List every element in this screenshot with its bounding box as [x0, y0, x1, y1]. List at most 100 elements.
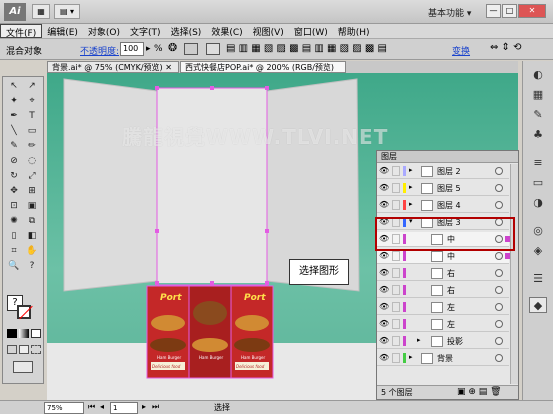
draw-behind-icon[interactable]	[19, 345, 29, 354]
target-circle-icon[interactable]	[495, 184, 503, 192]
transform-icons[interactable]: ⇔ ⇕ ⟲	[490, 42, 522, 53]
tool-15-icon[interactable]: ⊞	[24, 184, 40, 198]
tool-1-icon[interactable]: ↗	[24, 79, 40, 93]
tab-fastfood-pop[interactable]: 西式快餐店POP.ai* @ 200% (RGB/预览) ✕	[180, 61, 346, 83]
close-icon[interactable]: ✕	[165, 63, 172, 72]
bridge-icon[interactable]: ▦	[32, 4, 50, 19]
layer-row[interactable]: 👁 ▸ 图层 4	[377, 198, 509, 213]
menu-help[interactable]: 帮助(H)	[333, 24, 375, 38]
tool-13-icon[interactable]: ⤢	[24, 169, 40, 183]
eye-icon[interactable]: 👁	[379, 200, 389, 210]
tool-0-icon[interactable]: ↖	[6, 79, 22, 93]
last-artboard-icon[interactable]: ⏭	[152, 402, 159, 412]
layer-row[interactable]: 👁 ▸ 图层 5	[377, 181, 509, 196]
layer-row[interactable]: 👁 右	[377, 283, 509, 298]
lock-toggle[interactable]	[392, 285, 400, 295]
tool-16-icon[interactable]: ⊡	[6, 199, 22, 213]
brushes-panel-icon[interactable]: ✎	[529, 107, 547, 123]
tool-3-icon[interactable]: ⌖	[24, 94, 40, 108]
layer-row[interactable]: 👁 ▸ 投影	[377, 334, 509, 349]
expand-arrow-icon[interactable]: ▸	[409, 183, 413, 191]
edit-contents-icon[interactable]	[206, 43, 220, 55]
artboard-field[interactable]: 1	[110, 402, 138, 414]
gradient-mode-icon[interactable]	[19, 329, 29, 338]
stroke-swatch-icon[interactable]	[17, 305, 33, 320]
prev-artboard-icon[interactable]: ◂	[100, 402, 104, 411]
tool-24-icon[interactable]: 🔍	[6, 259, 22, 273]
layer-row[interactable]: 👁 中	[377, 249, 510, 264]
none-mode-icon[interactable]	[31, 329, 41, 338]
isolate-group-icon[interactable]	[184, 43, 198, 55]
tool-8-icon[interactable]: ✎	[6, 139, 22, 153]
layers-panel-active-icon[interactable]: ◆	[529, 297, 547, 313]
opacity-link[interactable]: 不透明度:	[80, 44, 119, 57]
eye-icon[interactable]: 👁	[379, 268, 389, 278]
tool-19-icon[interactable]: ⧉	[24, 214, 40, 228]
menu-window[interactable]: 窗口(W)	[289, 24, 333, 38]
menu-type[interactable]: 文字(T)	[125, 24, 166, 38]
expand-arrow-icon[interactable]: ▸	[409, 166, 413, 174]
lock-toggle[interactable]	[392, 319, 400, 329]
graphic-styles-panel-icon[interactable]: ◈	[529, 243, 547, 259]
workspace-switcher[interactable]: 基本功能 ▾	[428, 6, 471, 19]
screen-mode-icon[interactable]	[13, 361, 33, 373]
eye-icon[interactable]: 👁	[379, 319, 389, 329]
tool-10-icon[interactable]: ⊘	[6, 154, 22, 168]
swatches-panel-icon[interactable]: ▦	[529, 87, 547, 103]
layer-row[interactable]: 👁 左	[377, 300, 509, 315]
recolor-icon[interactable]: ❂	[168, 41, 177, 54]
tool-14-icon[interactable]: ✥	[6, 184, 22, 198]
tool-11-icon[interactable]: ◌	[24, 154, 40, 168]
target-circle-icon[interactable]	[495, 286, 503, 294]
tool-22-icon[interactable]: ⌗	[6, 244, 22, 258]
layer-row[interactable]: 👁 右	[377, 266, 509, 281]
layers-scrollbar[interactable]	[510, 164, 518, 384]
eye-icon[interactable]: 👁	[379, 183, 389, 193]
transparency-panel-icon[interactable]: ◑	[529, 195, 547, 211]
close-button[interactable]: ✕	[518, 4, 546, 18]
expand-arrow-icon[interactable]: ▸	[409, 200, 413, 208]
eye-icon[interactable]: 👁	[379, 251, 389, 261]
target-circle-icon[interactable]	[495, 252, 503, 260]
align-icons[interactable]: ▤ ▥ ▦ ▧ ▨ ▩ ▤ ▥ ▦ ▧ ▨ ▩ ▤	[226, 43, 387, 54]
eye-icon[interactable]: 👁	[379, 285, 389, 295]
tool-20-icon[interactable]: ▯	[6, 229, 22, 243]
appearance-panel-icon[interactable]: ◎	[529, 223, 547, 239]
symbols-panel-icon[interactable]: ♣	[529, 127, 547, 143]
next-artboard-icon[interactable]: ▸	[142, 402, 146, 411]
transform-link[interactable]: 变换	[452, 44, 470, 57]
target-circle-icon[interactable]	[495, 303, 503, 311]
expand-arrow-icon[interactable]: ▸	[417, 336, 421, 344]
stroke-panel-icon[interactable]: ≡	[529, 155, 547, 171]
tool-7-icon[interactable]: ▭	[24, 124, 40, 138]
tool-12-icon[interactable]: ↻	[6, 169, 22, 183]
lock-toggle[interactable]	[392, 336, 400, 346]
target-circle-icon[interactable]	[495, 201, 503, 209]
gradient-panel-icon[interactable]: ▭	[529, 175, 547, 191]
tool-5-icon[interactable]: T	[24, 109, 40, 123]
tool-2-icon[interactable]: ✦	[6, 94, 22, 108]
tool-21-icon[interactable]: ◧	[24, 229, 40, 243]
target-circle-icon[interactable]	[495, 320, 503, 328]
maximize-button[interactable]: □	[502, 4, 517, 18]
arrange-documents-button[interactable]: ▤ ▾	[54, 4, 80, 19]
zoom-field[interactable]: 75%	[44, 402, 84, 414]
lock-toggle[interactable]	[392, 353, 400, 363]
menu-view[interactable]: 视图(V)	[248, 24, 289, 38]
menu-file[interactable]: 文件(F)	[0, 24, 43, 39]
menu-effect[interactable]: 效果(C)	[206, 24, 247, 38]
menu-edit[interactable]: 编辑(E)	[42, 24, 83, 38]
layers-panel-icon[interactable]: ☰	[529, 271, 547, 287]
lock-toggle[interactable]	[392, 183, 400, 193]
eye-icon[interactable]: 👁	[379, 353, 389, 363]
tool-4-icon[interactable]: ✒	[6, 109, 22, 123]
minimize-button[interactable]: —	[486, 4, 501, 18]
color-panel-icon[interactable]: ◐	[529, 67, 547, 83]
tool-17-icon[interactable]: ▣	[24, 199, 40, 213]
tool-9-icon[interactable]: ✏	[24, 139, 40, 153]
draw-inside-icon[interactable]	[31, 345, 41, 354]
layer-row[interactable]: 👁 ▸ 图层 2	[377, 164, 509, 179]
eye-icon[interactable]: 👁	[379, 302, 389, 312]
target-circle-icon[interactable]	[495, 337, 503, 345]
menu-select[interactable]: 选择(S)	[166, 24, 207, 38]
